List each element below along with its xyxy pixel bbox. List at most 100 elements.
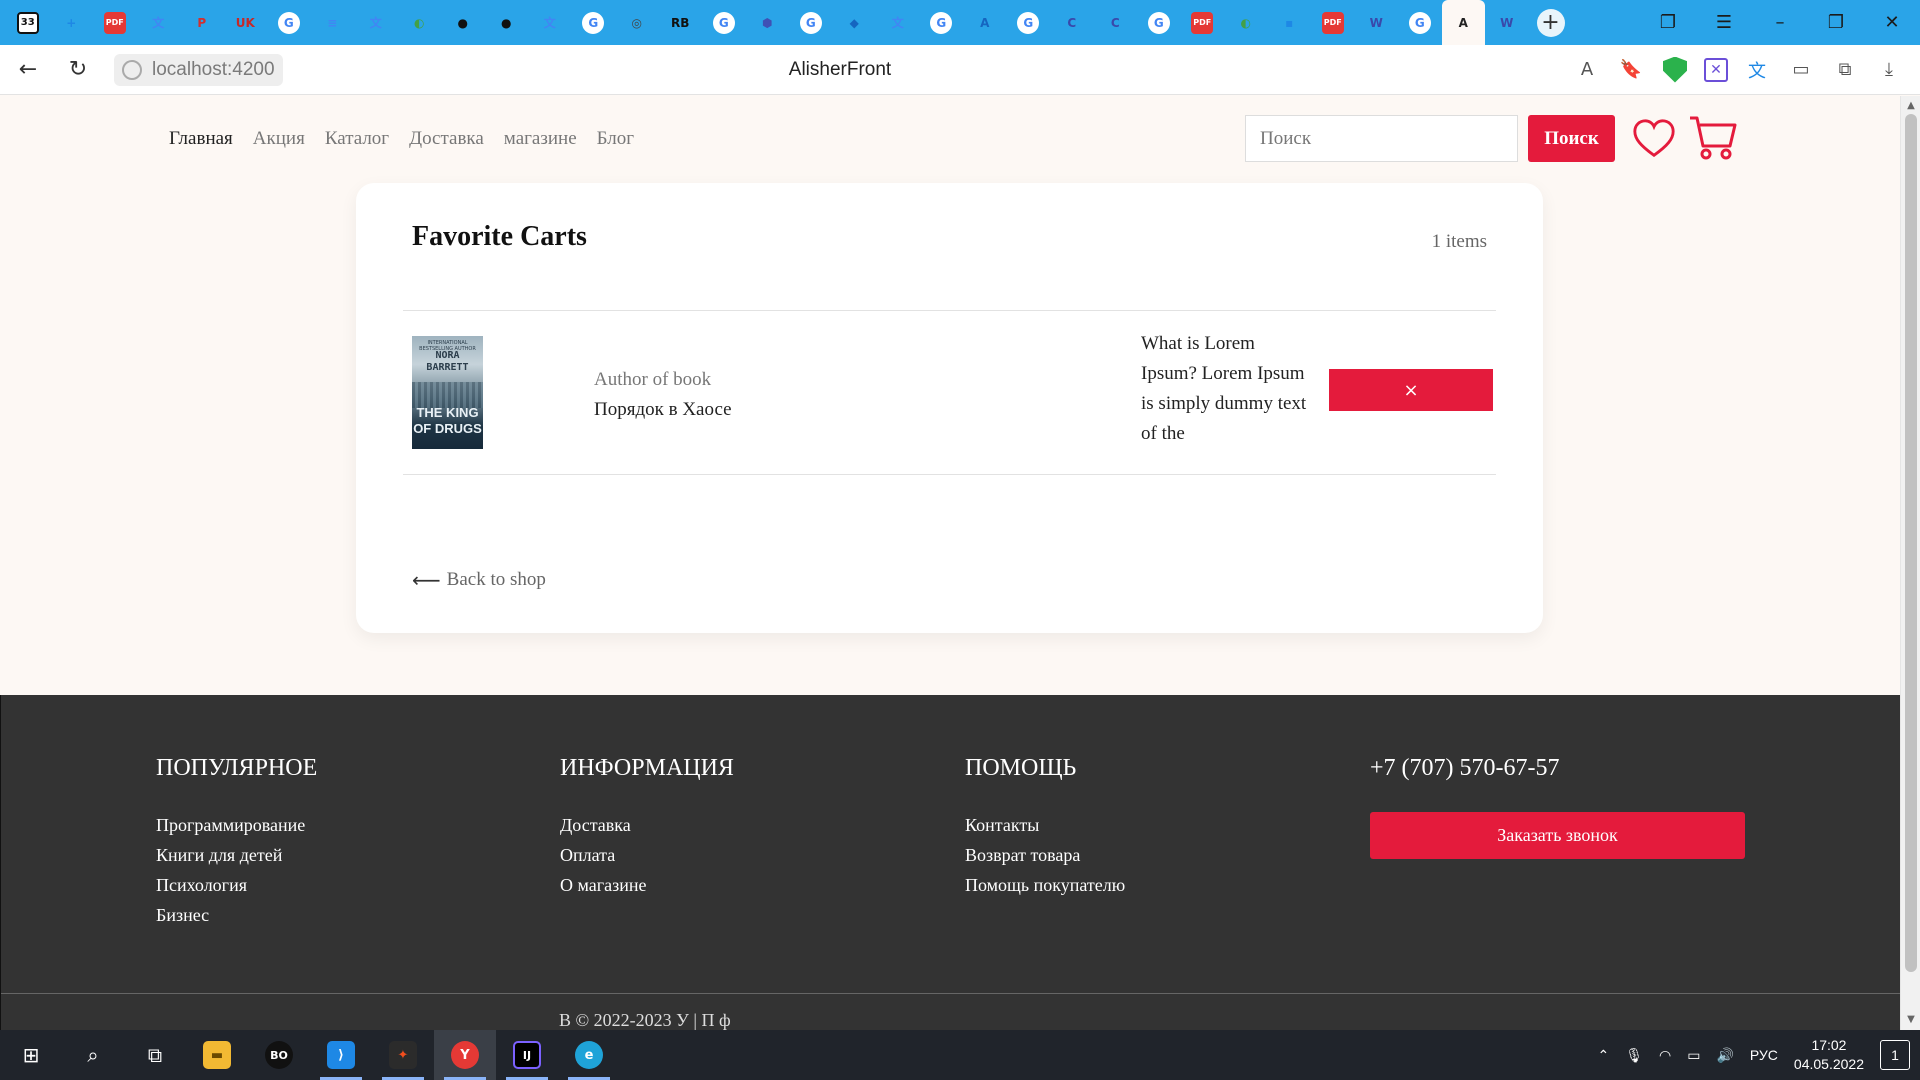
heart-icon[interactable] [1631,116,1677,162]
remove-favorite-button[interactable]: × [1329,369,1493,411]
yandex-browser-icon[interactable]: Y [434,1030,496,1080]
task-view-icon[interactable]: ⧉ [124,1030,186,1080]
browser-tab[interactable]: G [702,0,746,45]
wifi-icon[interactable]: ◠ [1659,1047,1671,1064]
browser-tab[interactable]: RB [659,0,703,45]
footer-link[interactable]: Психология [156,870,317,900]
footer-link[interactable]: Помощь покупателю [965,870,1125,900]
book-name[interactable]: Порядок в Хаосе [594,399,732,421]
footer-link[interactable]: О магазине [560,870,734,900]
read-aloud-icon[interactable]: A [1572,55,1602,85]
browser-tab[interactable]: ◆ [833,0,877,45]
search-button[interactable]: Поиск [1528,115,1615,162]
restore-button[interactable]: ❐ [1808,0,1864,45]
browser-tab[interactable]: C [1094,0,1138,45]
browser-tab[interactable]: PDF [93,0,137,45]
bo-app-icon[interactable]: ВО [248,1030,310,1080]
browser-tab[interactable]: A [963,0,1007,45]
menu-item-home[interactable]: Главная [169,128,233,150]
scroll-up-icon[interactable]: ▲ [1901,98,1920,114]
scrollbar-thumb[interactable] [1905,114,1917,972]
minimize-button[interactable]: – [1752,0,1808,45]
reading-mode-icon[interactable]: ⧉ [1830,55,1860,85]
file-explorer-icon[interactable]: ▬ [186,1030,248,1080]
browser-tab[interactable]: + [50,0,94,45]
menu-icon[interactable]: ☰ [1696,0,1752,45]
vscode-icon[interactable]: ⟩ [310,1030,372,1080]
browser-tab[interactable]: W [1355,0,1399,45]
footer-link[interactable]: Книги для детей [156,840,317,870]
battery-icon[interactable]: ▭ [1786,55,1816,85]
adblock-shield-icon[interactable] [1660,55,1690,85]
microphone-icon[interactable]: 🎙 [1625,1047,1643,1064]
clock[interactable]: 17:02 04.05.2022 [1794,1036,1864,1074]
browser-tab[interactable]: C [1050,0,1094,45]
browser-tab[interactable]: G [267,0,311,45]
footer-link[interactable]: Оплата [560,840,734,870]
scroll-down-icon[interactable]: ▼ [1901,1012,1920,1028]
new-tab-button[interactable]: + [1529,0,1573,45]
footer-link[interactable]: Контакты [965,810,1125,840]
browser-tab[interactable]: G [1137,0,1181,45]
browser-tab[interactable]: ◐ [398,0,442,45]
book-cover-image[interactable]: INTERNATIONAL BESTSELLING AUTHOR NORA BA… [412,336,483,449]
browser-tab[interactable]: G [1398,0,1442,45]
browser-tab[interactable]: UK [224,0,268,45]
collections-icon[interactable]: ❐ [1640,0,1696,45]
bookmark-icon[interactable]: 🔖 [1616,55,1646,85]
back-to-shop-link[interactable]: ⟵ Back to shop [412,568,546,592]
search-icon[interactable]: ⌕ [62,1030,124,1080]
browser-tab[interactable]: G [789,0,833,45]
url-field[interactable]: localhost:4200 [114,53,283,86]
browser-tab[interactable]: PDF [1311,0,1355,45]
extension-icon[interactable]: ✕ [1704,57,1728,82]
search-input[interactable] [1245,115,1518,162]
browser-tab[interactable]: ● [441,0,485,45]
browser-tab[interactable]: ● [485,0,529,45]
browser-tab[interactable]: ◐ [1224,0,1268,45]
menu-item-delivery[interactable]: Доставка [409,128,484,150]
browser-tab[interactable]: ⬢ [746,0,790,45]
site-info-icon[interactable] [122,59,142,80]
browser-tab[interactable]: PDF [1181,0,1225,45]
browser-tab[interactable]: 文 [354,0,398,45]
browser-tab[interactable]: P [180,0,224,45]
back-button[interactable]: ← [6,50,50,90]
chevron-up-icon[interactable]: ⌃ [1597,1047,1609,1064]
footer-link[interactable]: Программирование [156,810,317,840]
language-indicator[interactable]: РУС [1750,1047,1778,1063]
cart-icon[interactable] [1688,112,1738,162]
notifications-icon[interactable]: 1 [1880,1040,1910,1070]
figma-icon[interactable]: ✦ [372,1030,434,1080]
translate-icon[interactable]: 文 [1742,55,1772,85]
intellij-icon[interactable]: IJ [496,1030,558,1080]
browser-tab[interactable]: G [572,0,616,45]
browser-tab[interactable]: 33 [6,0,50,45]
footer-link[interactable]: Бизнес [156,900,317,930]
download-icon[interactable]: ⤓ [1874,55,1904,85]
browser-tab[interactable]: 文 [137,0,181,45]
menu-item-catalog[interactable]: Каталог [325,128,389,150]
browser-tab[interactable]: G [920,0,964,45]
page-scrollbar[interactable]: ▲ ▼ [1900,96,1920,1030]
order-call-button[interactable]: Заказать звонок [1370,812,1745,859]
browser-tab[interactable]: ◎ [615,0,659,45]
volume-icon[interactable]: 🔊 [1716,1047,1733,1064]
browser-tab[interactable]: 文 [876,0,920,45]
footer-phone[interactable]: +7 (707) 570-67-57 [1370,755,1560,782]
browser-tab[interactable]: ≡ [311,0,355,45]
battery-icon[interactable]: ▭ [1687,1047,1700,1064]
footer-link[interactable]: Возврат товара [965,840,1125,870]
edge-icon[interactable]: e [558,1030,620,1080]
start-button[interactable]: ⊞ [0,1030,62,1080]
menu-item-store[interactable]: магазине [504,128,577,150]
reload-button[interactable]: ↻ [56,50,100,90]
browser-tab[interactable]: G [1007,0,1051,45]
browser-tab[interactable]: ▪ [1268,0,1312,45]
footer-link[interactable]: Доставка [560,810,734,840]
close-window-button[interactable]: ✕ [1864,0,1920,45]
browser-tab[interactable]: 文 [528,0,572,45]
menu-item-blog[interactable]: Блог [597,128,634,150]
browser-tab[interactable]: A [1441,0,1485,45]
browser-tab[interactable]: W [1485,0,1529,45]
